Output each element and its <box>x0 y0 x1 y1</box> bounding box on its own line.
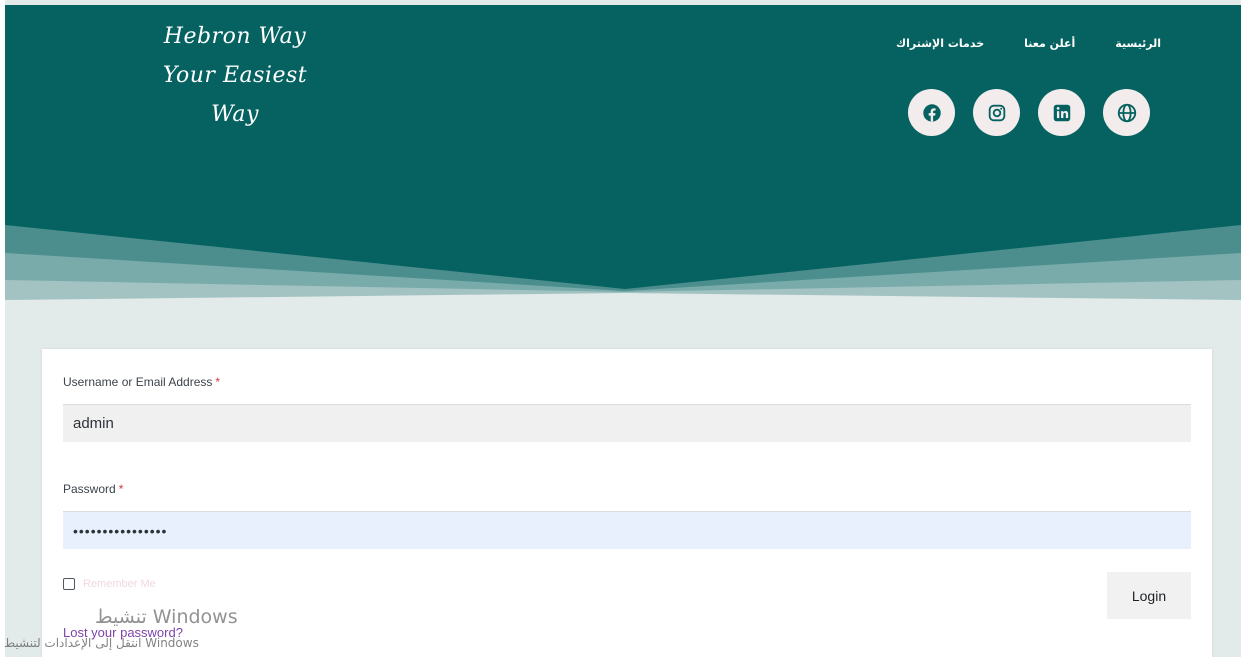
username-input[interactable] <box>63 404 1191 442</box>
login-button[interactable]: Login <box>1107 572 1191 619</box>
remember-me-label: Remember Me <box>83 578 156 590</box>
linkedin-link[interactable] <box>1038 89 1085 136</box>
site-logo[interactable]: Hebron Way Your Easiest Way <box>145 17 325 134</box>
globe-link[interactable] <box>1103 89 1150 136</box>
remember-me-checkbox[interactable] <box>63 578 75 590</box>
facebook-link[interactable] <box>908 89 955 136</box>
instagram-link[interactable] <box>973 89 1020 136</box>
username-label: Username or Email Address * <box>63 375 221 389</box>
nav-item-home[interactable]: الرئيسية <box>1115 37 1161 50</box>
site-header: Hebron Way Your Easiest Way الرئيسية أعل… <box>5 5 1241 305</box>
social-links <box>908 89 1150 136</box>
instagram-icon <box>988 104 1005 121</box>
logo-line-3: Way <box>211 102 259 127</box>
linkedin-icon <box>1053 104 1070 121</box>
nav-item-advertise[interactable]: أعلن معنا <box>1024 37 1075 50</box>
logo-line-1: Hebron Way <box>163 24 307 49</box>
facebook-icon <box>922 103 941 122</box>
logo-line-2: Your Easiest <box>162 63 308 88</box>
password-label: Password * <box>63 482 124 496</box>
remember-me[interactable]: Remember Me <box>63 578 156 590</box>
nav-item-subscription[interactable]: خدمات الإشتراك <box>896 37 984 50</box>
password-input[interactable] <box>63 511 1191 549</box>
required-mark: * <box>215 375 221 389</box>
login-form: Username or Email Address* Password* Rem… <box>42 349 1212 657</box>
lost-password-link[interactable]: Lost your password? <box>63 625 183 640</box>
globe-icon <box>1117 103 1136 122</box>
required-mark: * <box>118 482 124 496</box>
main-nav: الرئيسية أعلن معنا خدمات الإشتراك <box>896 37 1161 50</box>
